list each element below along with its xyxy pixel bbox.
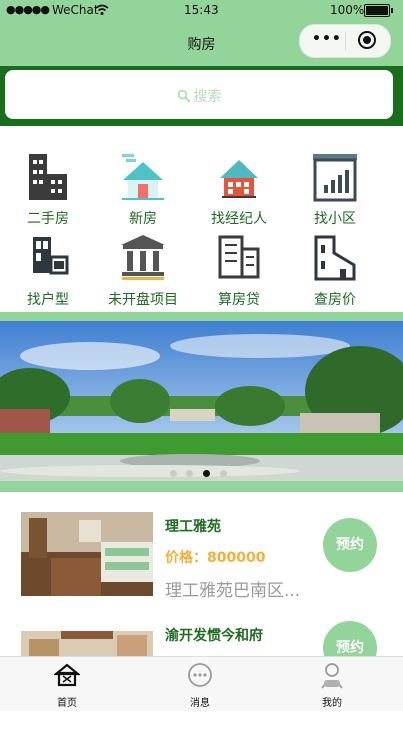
- grid-item-find-community[interactable]: 找小区: [290, 152, 380, 236]
- search-placeholder: 搜索: [193, 89, 222, 105]
- grid-item-label: 算房贷: [218, 292, 260, 308]
- grid-item-label: 新房: [129, 211, 157, 227]
- listing-price: 价格：800000: [165, 550, 266, 566]
- grid-item-upcoming-projects[interactable]: 未开盘项目: [98, 233, 188, 317]
- grid-item-label: 找户型: [27, 292, 69, 308]
- listing-name: 渝开发惯今和府: [165, 628, 263, 644]
- tab-home[interactable]: 首页: [7, 657, 127, 711]
- close-program-button[interactable]: [358, 31, 376, 49]
- agent-house-icon: [220, 160, 258, 198]
- carrier-name: WeChat: [52, 3, 99, 17]
- search-band: 搜索: [0, 66, 403, 126]
- grid-item-label: 二手房: [27, 211, 69, 227]
- status-bar: ●●●●● WeChat 15:43 100%: [0, 0, 403, 20]
- grid-item-new-house[interactable]: 新房: [98, 152, 188, 236]
- book-button[interactable]: 预约: [323, 518, 377, 572]
- more-menu-button[interactable]: •••: [312, 31, 342, 47]
- tab-label: 消息: [190, 698, 210, 709]
- grid-item-label: 找经纪人: [211, 211, 267, 227]
- bank-icon: [121, 235, 165, 280]
- grid-item-label: 未开盘项目: [108, 292, 178, 308]
- search-icon: [177, 89, 191, 103]
- grid-item-label: 找小区: [314, 211, 356, 227]
- calculator-building-icon: [218, 235, 260, 279]
- search-input[interactable]: 搜索: [5, 70, 393, 119]
- price-house-icon: [314, 235, 356, 281]
- grid-item-check-price[interactable]: 查房价: [290, 233, 380, 317]
- grid-item-find-agent[interactable]: 找经纪人: [194, 152, 284, 236]
- grid-item-second-hand[interactable]: 二手房: [3, 152, 93, 236]
- battery-icon: [364, 4, 393, 17]
- capsule-divider: [345, 32, 346, 50]
- clock: 15:43: [184, 3, 219, 17]
- community-board-icon: [313, 154, 357, 202]
- banner-image: [0, 321, 403, 481]
- tab-label: 我的: [322, 698, 342, 709]
- banner-carousel[interactable]: [0, 321, 403, 481]
- listing-photo: [21, 512, 153, 596]
- message-icon: [188, 663, 212, 687]
- carousel-dot[interactable]: [170, 470, 177, 477]
- wifi-icon: [95, 4, 109, 15]
- mini-program-capsule: •••: [299, 24, 391, 58]
- carousel-dot[interactable]: [186, 470, 193, 477]
- battery-percent: 100%: [330, 3, 365, 17]
- listing-address: 理工雅苑巴南区...: [165, 581, 301, 601]
- house-icon: [122, 154, 164, 200]
- building-icon: [29, 154, 67, 200]
- banner-section: [0, 312, 403, 492]
- listing-name: 理工雅苑: [165, 519, 221, 535]
- listing-card[interactable]: 理工雅苑 价格：800000 理工雅苑巴南区... 预约: [0, 512, 403, 622]
- carousel-dot-active[interactable]: [203, 470, 210, 477]
- signal-indicator: ●●●●●: [6, 3, 50, 16]
- home-icon: [54, 663, 80, 687]
- tab-label: 首页: [57, 698, 77, 709]
- tab-profile[interactable]: 我的: [272, 657, 392, 711]
- profile-icon: [321, 663, 343, 689]
- grid-item-find-layout[interactable]: 找户型: [3, 233, 93, 317]
- grid-item-label: 查房价: [314, 292, 356, 308]
- tab-messages[interactable]: 消息: [140, 657, 260, 711]
- carousel-dot[interactable]: [220, 470, 227, 477]
- tab-bar: 首页 消息 我的: [0, 656, 403, 711]
- layout-icon: [33, 237, 69, 275]
- grid-item-mortgage-calc[interactable]: 算房贷: [194, 233, 284, 317]
- navigation-bar: 购房 •••: [0, 20, 403, 66]
